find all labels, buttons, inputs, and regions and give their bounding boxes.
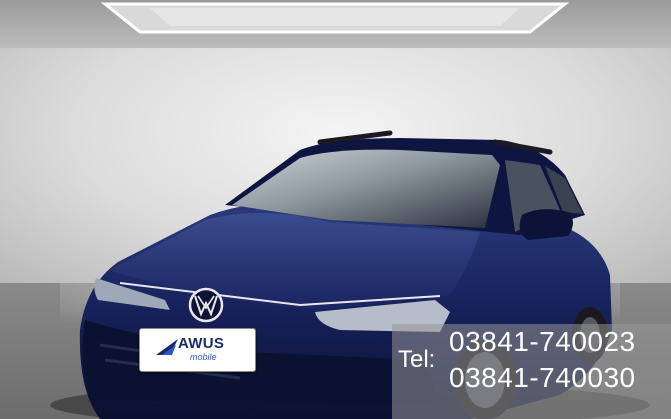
- car-photo: AWUS mobile Tel: 03841-740023 03841-7400…: [0, 0, 671, 419]
- awus-arrow-icon: [156, 339, 178, 355]
- dealer-brand: AWUS: [178, 335, 225, 352]
- license-plate: AWUS mobile: [139, 328, 256, 372]
- dealer-subtitle: mobile: [190, 352, 217, 362]
- phone-number-2: 03841-740030: [449, 362, 636, 393]
- side-mirror: [519, 209, 573, 240]
- tel-label: Tel:: [398, 346, 436, 373]
- phone-number-1: 03841-740023: [449, 326, 636, 357]
- vw-logo-icon: [188, 287, 224, 323]
